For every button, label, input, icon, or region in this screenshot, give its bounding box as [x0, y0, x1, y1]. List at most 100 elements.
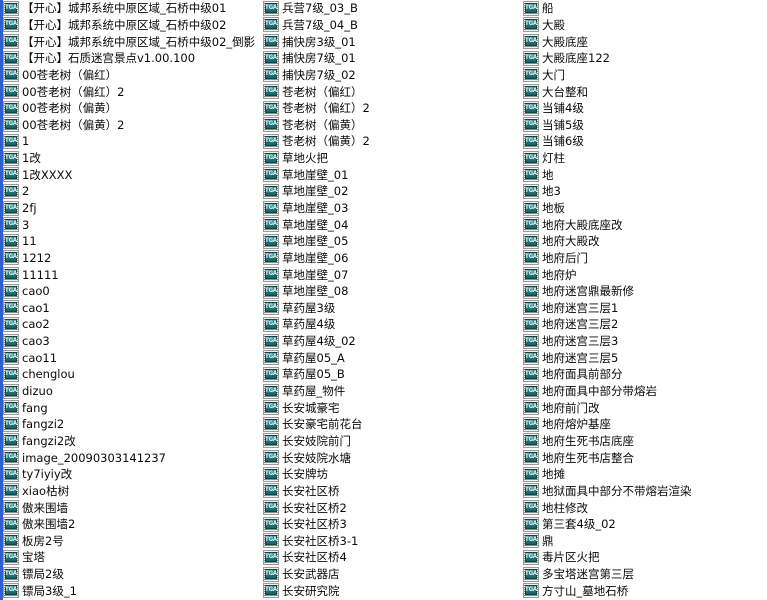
file-list-item[interactable]: TGA 【开心】城邦系统中原区域_石桥中级02 — [0, 17, 260, 34]
file-list-item[interactable]: TGA cao0 — [0, 283, 260, 300]
file-list-item[interactable]: TGA 草地崖壁_08 — [260, 283, 520, 300]
file-list-item[interactable]: TGA 板房2号 — [0, 533, 260, 550]
file-list-item[interactable]: TGA 捕快房7级_02 — [260, 67, 520, 84]
file-list-item[interactable]: TGA 长安妓院水塘 — [260, 449, 520, 466]
file-list-item[interactable]: TGA 草地崖壁_06 — [260, 250, 520, 267]
file-list-item[interactable]: TGA cao3 — [0, 333, 260, 350]
file-list-item[interactable]: TGA 地府生死书店底座 — [520, 433, 767, 450]
file-list-item[interactable]: TGA 当铺6级 — [520, 133, 767, 150]
file-list-item[interactable]: TGA 草地崖壁_01 — [260, 166, 520, 183]
file-list-item[interactable]: TGA 地府前门改 — [520, 399, 767, 416]
file-list-item[interactable]: TGA 草药屋4级_02 — [260, 333, 520, 350]
file-list-item[interactable]: TGA 兵营7级_03_B — [260, 0, 520, 17]
file-list-item[interactable]: TGA 地府面具中部分带熔岩 — [520, 383, 767, 400]
file-list-item[interactable]: TGA 大殿底座122 — [520, 50, 767, 67]
file-list-item[interactable]: TGA 多宝塔迷宫第三层 — [520, 566, 767, 583]
file-list-item[interactable]: TGA 地府迷宫三层5 — [520, 349, 767, 366]
file-list-item[interactable]: TGA 00苍老树（偏黄）2 — [0, 116, 260, 133]
file-list-item[interactable]: TGA 镖局3级_1 — [0, 582, 260, 599]
file-list-item[interactable]: TGA 00苍老树（偏黄） — [0, 100, 260, 117]
file-list-item[interactable]: TGA 苍老树（偏红） — [260, 83, 520, 100]
file-list-item[interactable]: TGA 傲来围墙2 — [0, 516, 260, 533]
file-list-item[interactable]: TGA dizuo — [0, 383, 260, 400]
file-list-item[interactable]: TGA 1改 — [0, 150, 260, 167]
file-list-item[interactable]: TGA 1212 — [0, 250, 260, 267]
file-list-item[interactable]: TGA 傲来围墙 — [0, 499, 260, 516]
file-list-item[interactable]: TGA 长安武器店 — [260, 566, 520, 583]
file-list-item[interactable]: TGA 长安城豪宅 — [260, 399, 520, 416]
file-list-item[interactable]: TGA 当铺5级 — [520, 116, 767, 133]
file-list-item[interactable]: TGA image_20090303141237 — [0, 449, 260, 466]
file-list-item[interactable]: TGA 捕快房3级_01 — [260, 33, 520, 50]
file-list-item[interactable]: TGA 毒片区火把 — [520, 549, 767, 566]
file-list-item[interactable]: TGA 地府迷宫三层1 — [520, 300, 767, 317]
file-list-item[interactable]: TGA 第三套4级_02 — [520, 516, 767, 533]
file-list-item[interactable]: TGA 地府迷宫鼎最新修 — [520, 283, 767, 300]
file-list-item[interactable]: TGA 当铺4级 — [520, 100, 767, 117]
file-list-item[interactable]: TGA 11111 — [0, 266, 260, 283]
file-list-item[interactable]: TGA 地府后门 — [520, 250, 767, 267]
file-list-item[interactable]: TGA 2 — [0, 183, 260, 200]
file-list-item[interactable]: TGA 灯柱 — [520, 150, 767, 167]
file-list-item[interactable]: TGA 长安社区桥4 — [260, 549, 520, 566]
file-list-item[interactable]: TGA 大门 — [520, 67, 767, 84]
file-list-item[interactable]: TGA 地府炉 — [520, 266, 767, 283]
file-list-item[interactable]: TGA 2fj — [0, 200, 260, 217]
file-list-item[interactable]: TGA 【开心】石质迷宫景点v1.00.100 — [0, 50, 260, 67]
file-list-item[interactable]: TGA 长安社区桥3 — [260, 516, 520, 533]
file-list-item[interactable]: TGA 地 — [520, 166, 767, 183]
file-list-item[interactable]: TGA 船 — [520, 0, 767, 17]
file-list-item[interactable]: TGA 长安研究院 — [260, 582, 520, 599]
file-list-item[interactable]: TGA 苍老树（偏黄） — [260, 116, 520, 133]
file-list-item[interactable]: TGA 草地崖壁_05 — [260, 233, 520, 250]
file-list-item[interactable]: TGA xiao枯树 — [0, 483, 260, 500]
file-list-item[interactable]: TGA 00苍老树（偏红）2 — [0, 83, 260, 100]
file-list-item[interactable]: TGA 地狱面具中部分不带熔岩渲染 — [520, 483, 767, 500]
file-list-item[interactable]: TGA 长安豪宅前花台 — [260, 416, 520, 433]
file-list-item[interactable]: TGA 地府大殿改 — [520, 233, 767, 250]
file-list-item[interactable]: TGA 地府大殿底座改 — [520, 216, 767, 233]
file-list-item[interactable]: TGA 鼎 — [520, 533, 767, 550]
file-list-item[interactable]: TGA 草药屋05_A — [260, 349, 520, 366]
file-list-pane[interactable]: TGA 【开心】城邦系统中原区域_石桥中级01 TGA 【开心】城邦系统中原区域_石桥… — [0, 0, 767, 600]
file-list-item[interactable]: TGA 地3 — [520, 183, 767, 200]
file-list-item[interactable]: TGA 1改XXXX — [0, 166, 260, 183]
file-list-item[interactable]: TGA 长安社区桥 — [260, 483, 520, 500]
file-list-item[interactable]: TGA 兵营7级_04_B — [260, 17, 520, 34]
file-list-item[interactable]: TGA fangzi2 — [0, 416, 260, 433]
file-list-item[interactable]: TGA 地府迷宫三层2 — [520, 316, 767, 333]
file-list-item[interactable]: TGA 镖局2级 — [0, 566, 260, 583]
file-list-item[interactable]: TGA 地府迷宫三层3 — [520, 333, 767, 350]
file-list-item[interactable]: TGA 草地崖壁_02 — [260, 183, 520, 200]
file-list-item[interactable]: TGA 3 — [0, 216, 260, 233]
file-list-item[interactable]: TGA 捕快房7级_01 — [260, 50, 520, 67]
file-list-item[interactable]: TGA 草地崖壁_03 — [260, 200, 520, 217]
file-list-item[interactable]: TGA 11 — [0, 233, 260, 250]
file-list-item[interactable]: TGA 草药屋3级 — [260, 300, 520, 317]
file-list-item[interactable]: TGA fang — [0, 399, 260, 416]
file-list-item[interactable]: TGA 草地火把 — [260, 150, 520, 167]
file-list-item[interactable]: TGA ty7iyiy改 — [0, 466, 260, 483]
file-list-item[interactable]: TGA 方寸山_墓地石桥 — [520, 582, 767, 599]
file-list-item[interactable]: TGA 地府面具前部分 — [520, 366, 767, 383]
file-list-item[interactable]: TGA 大殿 — [520, 17, 767, 34]
file-list-item[interactable]: TGA 大殿底座 — [520, 33, 767, 50]
file-list-item[interactable]: TGA 【开心】城邦系统中原区域_石桥中级02_倒影 — [0, 33, 260, 50]
file-list-item[interactable]: TGA 草地崖壁_04 — [260, 216, 520, 233]
file-list-item[interactable]: TGA 草药屋05_B — [260, 366, 520, 383]
file-list-item[interactable]: TGA 长安牌坊 — [260, 466, 520, 483]
file-list-item[interactable]: TGA 长安妓院前门 — [260, 433, 520, 450]
file-list-item[interactable]: TGA 宝塔 — [0, 549, 260, 566]
file-list-item[interactable]: TGA 大台整和 — [520, 83, 767, 100]
file-list-item[interactable]: TGA 长安社区桥2 — [260, 499, 520, 516]
file-list-item[interactable]: TGA cao2 — [0, 316, 260, 333]
file-list-item[interactable]: TGA 地府熔炉基座 — [520, 416, 767, 433]
file-list-item[interactable]: TGA 地柱修改 — [520, 499, 767, 516]
file-list-item[interactable]: TGA 草药屋4级 — [260, 316, 520, 333]
file-list-item[interactable]: TGA 地板 — [520, 200, 767, 217]
file-list-item[interactable]: TGA cao11 — [0, 349, 260, 366]
file-list-item[interactable]: TGA 草药屋_物件 — [260, 383, 520, 400]
file-list-item[interactable]: TGA 长安社区桥3-1 — [260, 533, 520, 550]
file-list-item[interactable]: TGA 地摊 — [520, 466, 767, 483]
file-list-item[interactable]: TGA 地府生死书店整合 — [520, 449, 767, 466]
